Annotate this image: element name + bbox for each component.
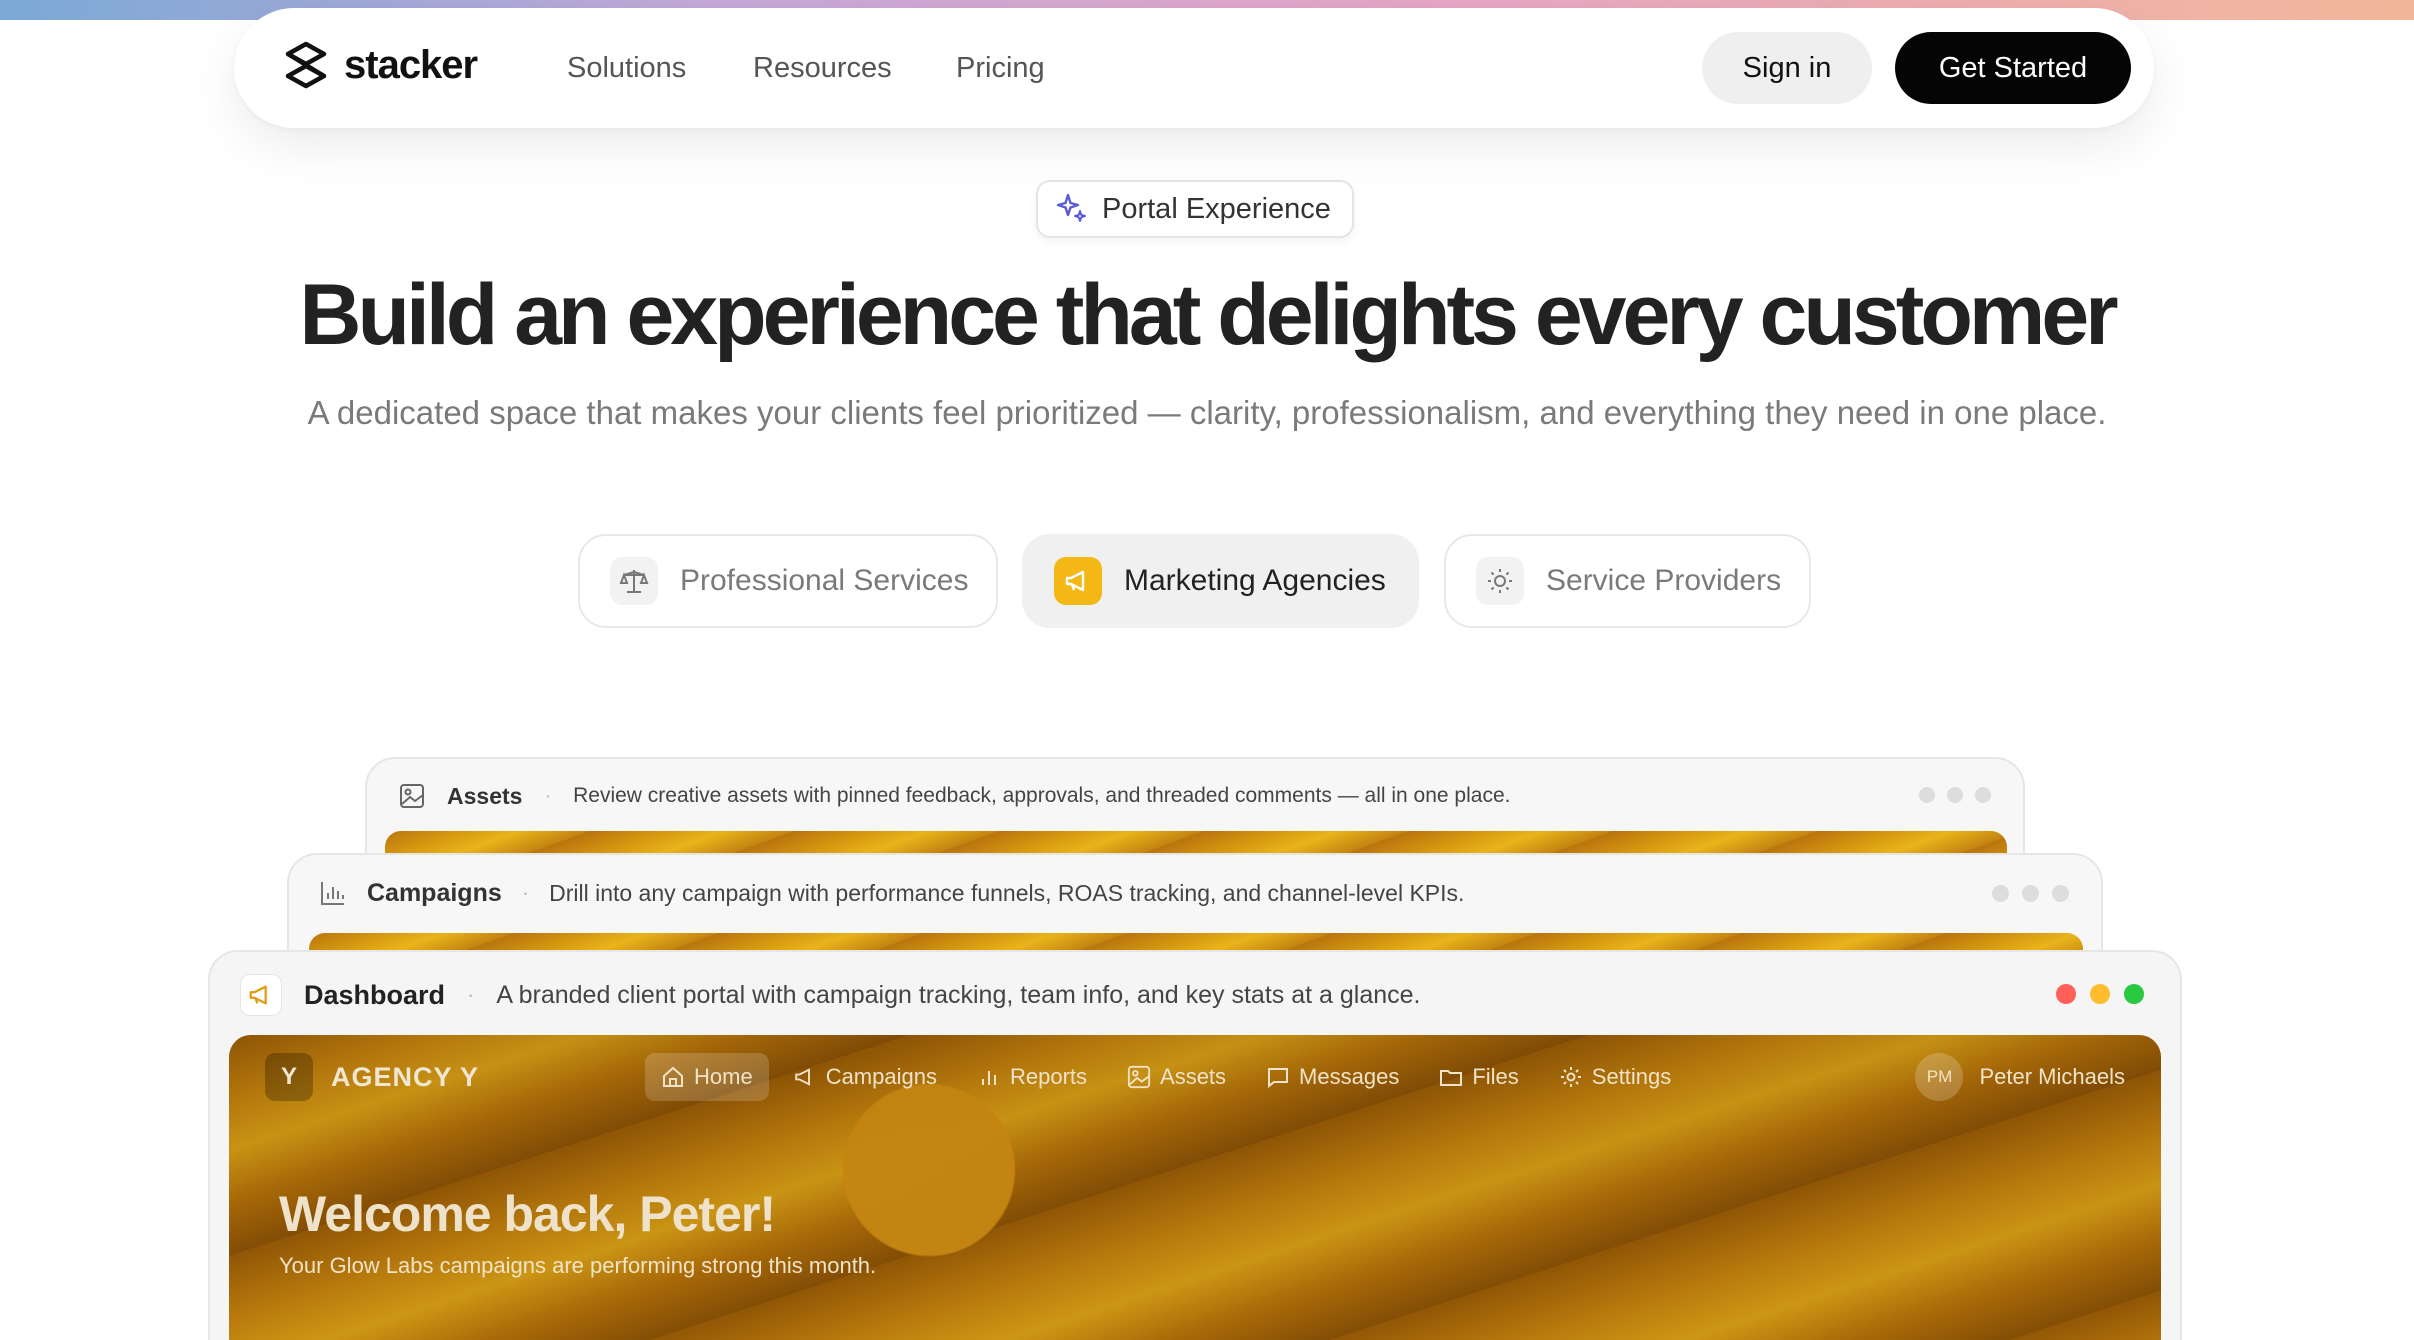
- nav-pricing[interactable]: Pricing: [956, 52, 1045, 85]
- window-maximize-dot[interactable]: [2124, 984, 2144, 1004]
- app-user-menu[interactable]: PM Peter Michaels: [1915, 1053, 2125, 1101]
- avatar: PM: [1915, 1053, 1964, 1101]
- image-icon: [1127, 1065, 1151, 1089]
- app-nav-label: Campaigns: [825, 1064, 937, 1089]
- app-nav-home[interactable]: Home: [645, 1053, 769, 1101]
- segment-label: Service Providers: [1546, 564, 1782, 597]
- segment-marketing-agencies[interactable]: Marketing Agencies: [1022, 534, 1419, 628]
- segment-label: Marketing Agencies: [1124, 564, 1386, 597]
- separator-dot: ·: [521, 880, 530, 905]
- app-logo[interactable]: Y AGENCY Y: [265, 1053, 479, 1101]
- window-dot: [2052, 885, 2069, 902]
- card-description: A branded client portal with campaign tr…: [496, 980, 1421, 1009]
- image-icon: [400, 784, 424, 808]
- app-nav-messages[interactable]: Messages: [1250, 1053, 1415, 1101]
- badge-label: Portal Experience: [1102, 192, 1331, 225]
- bar-chart-icon: [321, 882, 344, 905]
- window-controls: [1919, 787, 1991, 803]
- message-icon: [1268, 1068, 1289, 1089]
- app-nav-label: Assets: [1160, 1064, 1227, 1089]
- window-controls: [1992, 885, 2069, 902]
- folder-icon: [1440, 1070, 1463, 1086]
- app-nav-reports[interactable]: Reports: [961, 1053, 1103, 1101]
- app-nav-files[interactable]: Files: [1423, 1053, 1534, 1101]
- app-nav-label: Messages: [1299, 1064, 1400, 1089]
- app-nav-campaigns[interactable]: Campaigns: [777, 1053, 953, 1101]
- segment-service-providers[interactable]: Service Providers: [1444, 534, 1811, 628]
- app-nav-label: Files: [1472, 1064, 1519, 1089]
- logo[interactable]: stacker: [282, 40, 478, 90]
- separator-dot: ·: [544, 784, 552, 807]
- app-brand-name: AGENCY Y: [331, 1061, 480, 1092]
- card-title: Dashboard: [304, 979, 446, 1010]
- app-nav: Home Campaigns Reports Assets Messages F…: [645, 1053, 1687, 1101]
- client-portal-preview: Y AGENCY Y Home Campaigns Reports Assets…: [229, 1035, 2161, 1340]
- app-nav-label: Settings: [1591, 1064, 1672, 1089]
- nav-solutions[interactable]: Solutions: [567, 52, 686, 85]
- megaphone-icon: [794, 1068, 810, 1086]
- logo-text: stacker: [344, 42, 478, 87]
- welcome-subtitle: Your Glow Labs campaigns are performing …: [279, 1253, 877, 1278]
- megaphone-icon: [1054, 557, 1102, 605]
- window-dot: [1992, 885, 2009, 902]
- app-logo-mark: Y: [265, 1053, 313, 1101]
- app-nav-label: Home: [694, 1064, 753, 1089]
- card-description: Drill into any campaign with performance…: [549, 879, 1465, 906]
- window-dot: [1947, 787, 1963, 803]
- hero-title: Build an experience that delights every …: [299, 267, 2118, 363]
- megaphone-icon: [240, 974, 282, 1016]
- card-title: Assets: [447, 782, 523, 809]
- app-nav-assets[interactable]: Assets: [1111, 1053, 1242, 1101]
- portal-experience-badge: Portal Experience: [1036, 180, 1354, 238]
- segment-professional-services[interactable]: Professional Services: [578, 534, 998, 628]
- window-dot: [1975, 787, 1991, 803]
- window-close-dot[interactable]: [2056, 984, 2076, 1004]
- window-dot: [2022, 885, 2039, 902]
- sun-icon: [1476, 557, 1524, 605]
- nav-resources[interactable]: Resources: [753, 52, 892, 85]
- welcome-heading: Welcome back, Peter!: [279, 1186, 776, 1242]
- card-title: Campaigns: [367, 878, 502, 907]
- sparkle-icon: [1056, 193, 1086, 222]
- separator-dot: ·: [467, 982, 475, 1007]
- app-nav-label: Reports: [1009, 1064, 1088, 1089]
- app-nav-settings[interactable]: Settings: [1543, 1053, 1688, 1101]
- top-navbar: stacker Solutions Resources Pricing Sign…: [234, 8, 2154, 128]
- get-started-button[interactable]: Get Started: [1895, 32, 2131, 104]
- stacker-logo-icon: [285, 41, 327, 89]
- card-description: Review creative assets with pinned feedb…: [573, 784, 1511, 807]
- window-dot: [1919, 787, 1935, 803]
- segment-label: Professional Services: [680, 564, 969, 597]
- window-controls: [2056, 984, 2144, 1004]
- bar-chart-icon: [981, 1071, 996, 1085]
- hero-subtitle: A dedicated space that makes your client…: [307, 394, 2107, 431]
- window-minimize-dot[interactable]: [2090, 984, 2110, 1004]
- gear-icon: [1560, 1067, 1581, 1087]
- sign-in-button[interactable]: Sign in: [1702, 32, 1872, 104]
- user-name: Peter Michaels: [1979, 1064, 2125, 1089]
- scale-icon: [610, 557, 658, 605]
- home-icon: [663, 1066, 683, 1087]
